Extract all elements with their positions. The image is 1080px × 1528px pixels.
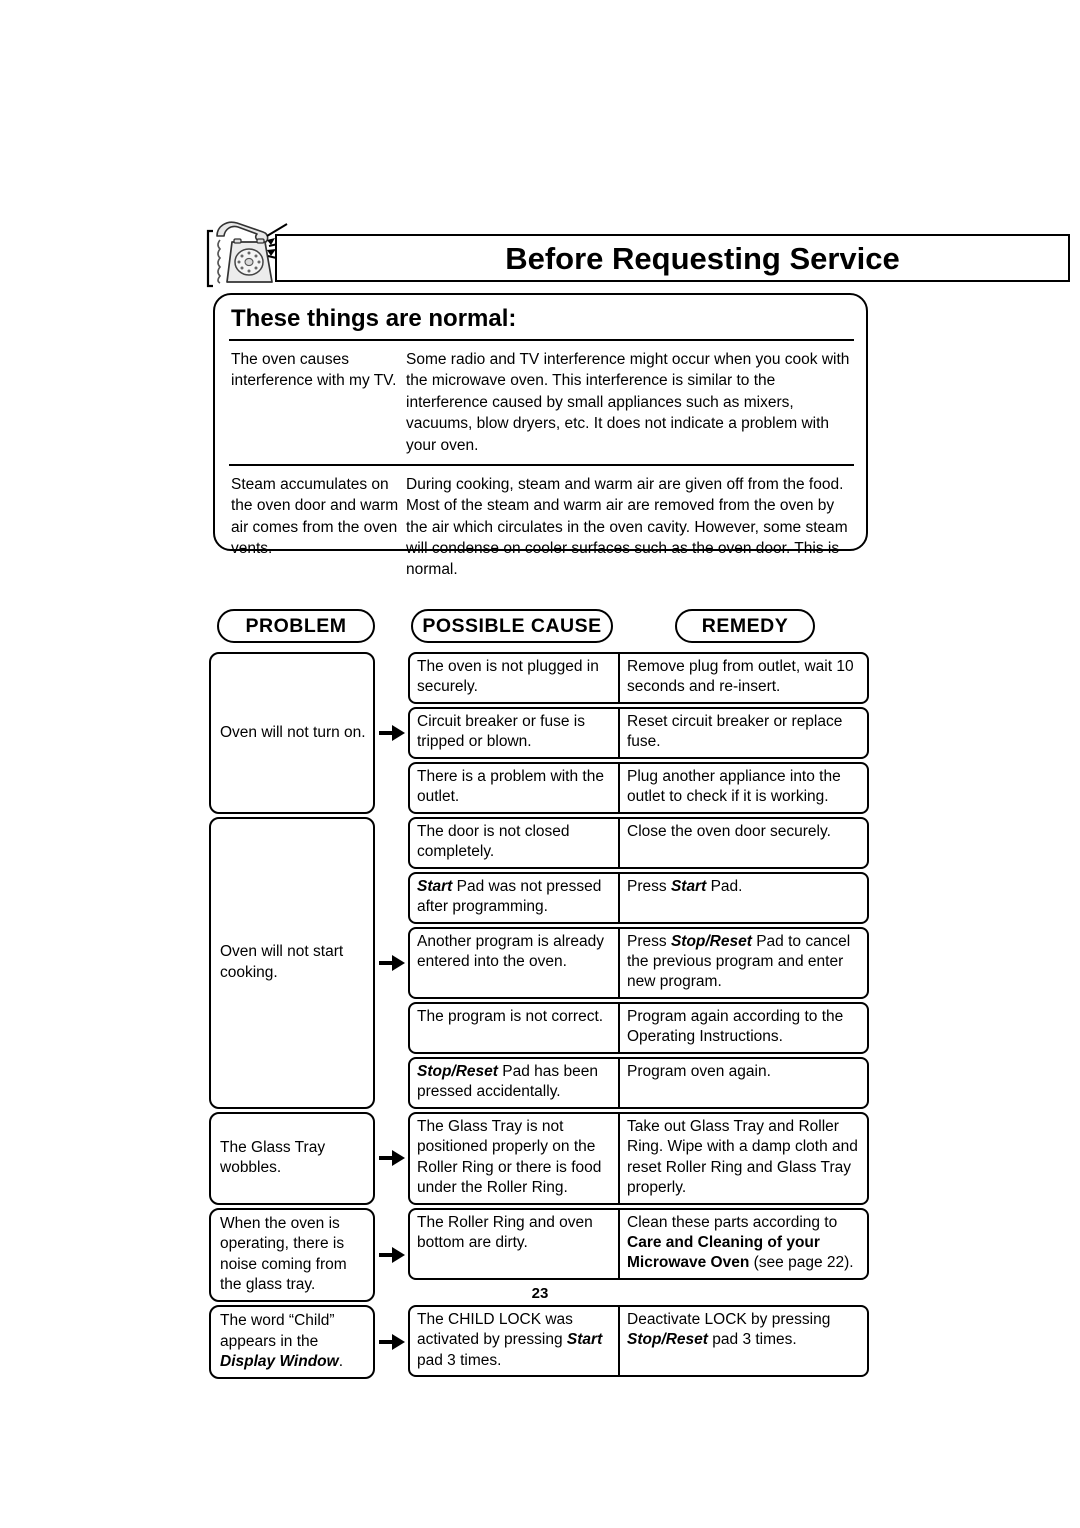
page-number: 23 [531, 1285, 549, 1302]
arrow-cell [375, 1305, 408, 1379]
table-row: Start Pad was not pressed after programm… [408, 871, 869, 924]
problem-text: The word “Child” appears in the Display … [220, 1311, 344, 1371]
remedy-cell: Press Stop/Reset Pad to cancel the previ… [627, 932, 851, 991]
problem-cell: Oven will not turn on. [209, 652, 375, 814]
table-row: The door is not closed completely. Close … [408, 816, 869, 869]
cause-cell: The door is not closed completely. [410, 818, 620, 867]
document-page: Before Requesting Service These things a… [0, 0, 1080, 1528]
cause-cell: The Glass Tray is not positioned properl… [410, 1113, 620, 1203]
problem-text: Oven will not start cooking. [220, 943, 344, 981]
troubleshooting-group: Oven will not turn on. The oven is not pl… [209, 652, 869, 814]
cause-remedy-rows: The Glass Tray is not positioned properl… [408, 1111, 869, 1205]
remedy-cell: Program oven again. [627, 1062, 771, 1080]
remedy-cell: Press Start Pad. [627, 877, 743, 895]
table-row: The oven is not plugged in securely. Remo… [408, 652, 869, 704]
remedy-cell: Remove plug from outlet, wait 10 seconds… [627, 658, 854, 696]
column-header-remedy: REMEDY [675, 609, 815, 643]
cause-cell: The CHILD LOCK was activated by pressing… [410, 1306, 620, 1376]
cause-cell: The Roller Ring and oven bottom are dirt… [410, 1209, 620, 1278]
column-headers: PROBLEM POSSIBLE CAUSE REMEDY [213, 609, 868, 645]
cause-cell: Circuit breaker or fuse is tripped or bl… [410, 708, 620, 757]
arrow-right-icon [378, 724, 405, 741]
cause-cell: The oven is not plugged in securely. [410, 654, 620, 702]
problem-text: The Glass Tray wobbles. [220, 1138, 326, 1177]
problem-text: When the oven is operating, there is noi… [220, 1214, 347, 1294]
cause-remedy-rows: The oven is not plugged in securely. Remo… [408, 652, 869, 814]
arrow-right-icon [378, 1150, 405, 1167]
remedy-cell: Take out Glass Tray and Roller Ring. Wip… [627, 1117, 858, 1197]
arrow-cell [375, 817, 408, 1109]
problem-text: Oven will not turn on. [220, 723, 366, 741]
table-row: The Roller Ring and oven bottom are dirt… [408, 1207, 869, 1280]
normal-row: The oven causes interference with my TV.… [215, 341, 866, 462]
remedy-cell: Program again according to the Operating… [627, 1007, 844, 1046]
remedy-cell: Deactivate LOCK by pressing Stop/Reset p… [627, 1310, 831, 1349]
table-row: The program is not correct. Program again… [408, 1001, 869, 1054]
table-row: Circuit breaker or fuse is tripped or bl… [408, 706, 869, 759]
arrow-right-icon [378, 1246, 405, 1263]
remedy-cell: Plug another appliance into the outlet t… [627, 767, 841, 806]
table-row: There is a problem with the outlet. Plug … [408, 761, 869, 814]
cause-cell: Stop/Reset Pad has been pressed accident… [410, 1058, 620, 1107]
normal-symptom: Steam accumulates on the oven door and w… [231, 475, 399, 557]
problem-cell: Oven will not start cooking. [209, 816, 375, 1109]
troubleshooting-group: The word “Child” appears in the Display … [209, 1304, 869, 1379]
cause-remedy-rows: The door is not closed completely. Close … [408, 816, 869, 1109]
normal-conditions-panel: These things are normal: The oven causes… [213, 293, 868, 578]
normal-conditions-title: These things are normal: [231, 305, 517, 332]
cause-cell: The program is not correct. [410, 1003, 620, 1052]
column-header-possible-cause: POSSIBLE CAUSE [411, 609, 613, 643]
cause-cell: There is a problem with the outlet. [410, 763, 620, 812]
column-header-problem: PROBLEM [217, 609, 375, 643]
cause-cell: Another program is already entered into … [410, 928, 620, 997]
problem-cell: The word “Child” appears in the Display … [209, 1304, 375, 1379]
section-header: Before Requesting Service [205, 221, 1070, 288]
normal-row: Steam accumulates on the oven door and w… [215, 466, 866, 587]
arrow-cell [375, 652, 408, 814]
troubleshooting-group: The Glass Tray wobbles. The Glass Tray is… [209, 1111, 869, 1205]
remedy-cell: Reset circuit breaker or replace fuse. [627, 712, 843, 751]
arrow-right-icon [378, 1333, 405, 1350]
troubleshooting-group: Oven will not start cooking. The door is … [209, 816, 869, 1109]
table-row: Another program is already entered into … [408, 926, 869, 999]
remedy-cell: Close the oven door securely. [627, 822, 831, 840]
cause-remedy-rows: The CHILD LOCK was activated by pressing… [408, 1304, 869, 1379]
normal-symptom: The oven causes interference with my TV. [231, 351, 397, 390]
table-row: The CHILD LOCK was activated by pressing… [408, 1304, 869, 1378]
arrow-right-icon [378, 954, 405, 971]
cause-cell: Start Pad was not pressed after programm… [410, 873, 620, 922]
troubleshooting-table: Oven will not turn on. The oven is not pl… [209, 652, 869, 1382]
normal-explanation: During cooking, steam and warm air are g… [406, 475, 848, 579]
table-row: Stop/Reset Pad has been pressed accident… [408, 1056, 869, 1109]
problem-cell: The Glass Tray wobbles. [209, 1111, 375, 1205]
page-title-bar: Before Requesting Service [275, 234, 1070, 282]
remedy-cell: Clean these parts according to Care and … [627, 1213, 854, 1272]
normal-explanation: Some radio and TV interference might occ… [406, 351, 850, 454]
page-title: Before Requesting Service [505, 240, 900, 276]
arrow-cell [375, 1112, 408, 1205]
table-row: The Glass Tray is not positioned properl… [408, 1111, 869, 1205]
